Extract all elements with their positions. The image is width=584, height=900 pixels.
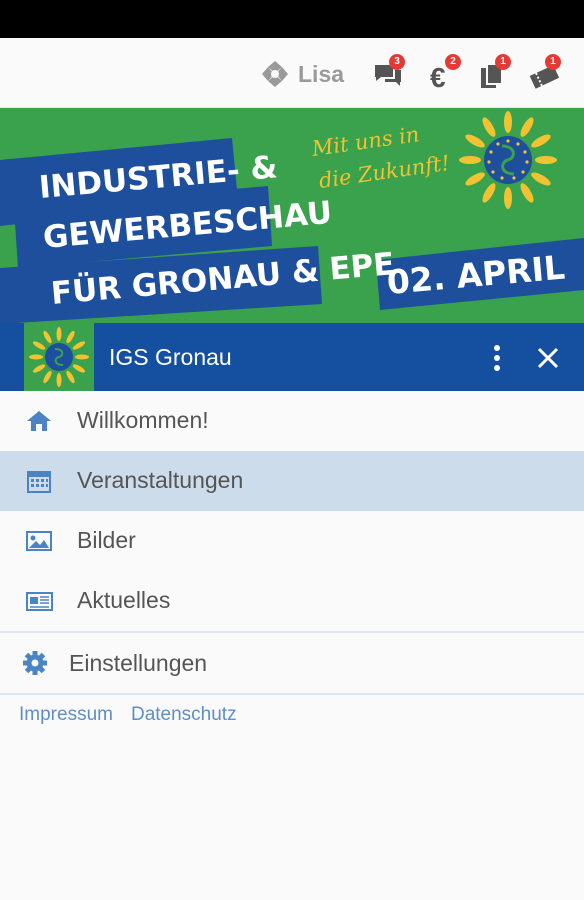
menu-item-veranstaltungen[interactable]: Veranstaltungen (0, 451, 584, 511)
footer-links: Impressum Datenschutz (19, 704, 237, 726)
sun-logo-icon (29, 327, 89, 387)
user-logo-icon (262, 61, 288, 87)
menu-item-label: Veranstaltungen (77, 467, 244, 493)
status-bar (0, 0, 584, 38)
datenschutz-link[interactable]: Datenschutz (131, 704, 237, 726)
image-icon (26, 531, 52, 551)
menu-item-bilder[interactable]: Bilder (0, 511, 584, 571)
divider (0, 693, 584, 695)
documents-badge: 1 (495, 54, 511, 70)
payments-button[interactable]: € 2 (428, 54, 466, 94)
calendar-icon (27, 471, 51, 493)
gear-icon (23, 651, 47, 675)
banner-slogan-1: Mit uns in (309, 122, 420, 161)
menu-item-label: Bilder (77, 527, 136, 553)
user-name: Lisa (298, 60, 345, 87)
newspaper-icon (26, 592, 53, 611)
menu-item-label: Willkommen! (77, 407, 209, 433)
documents-button[interactable]: 1 (478, 54, 516, 94)
messages-badge: 3 (389, 54, 405, 70)
top-toolbar: Lisa 3 € 2 1 1 (0, 38, 584, 108)
menu-item-willkommen[interactable]: Willkommen! (0, 391, 584, 451)
event-banner: INDUSTRIE- & GEWERBESCHAU FÜR GRONAU & E… (0, 108, 584, 324)
app-title: IGS Gronau (109, 344, 232, 370)
menu-item-label: Aktuelles (77, 587, 171, 613)
menu-item-einstellungen[interactable]: Einstellungen (0, 633, 584, 693)
home-icon (27, 411, 51, 431)
app-logo[interactable] (24, 323, 94, 391)
messages-button[interactable]: 3 (372, 54, 410, 94)
close-icon[interactable] (535, 345, 561, 371)
user-menu[interactable]: Lisa (260, 58, 344, 90)
settings-label: Einstellungen (69, 650, 208, 676)
app-bar: IGS Gronau (0, 323, 584, 391)
impressum-link[interactable]: Impressum (19, 704, 113, 726)
more-vert-icon[interactable] (485, 343, 509, 373)
payments-badge: 2 (445, 54, 461, 70)
tickets-badge: 1 (545, 54, 561, 70)
nav-menu: Willkommen! Veranstaltungen Bilder Aktue… (0, 391, 584, 695)
tickets-button[interactable]: 1 (528, 54, 566, 94)
sun-logo-icon (459, 111, 557, 209)
menu-item-aktuelles[interactable]: Aktuelles (0, 571, 584, 631)
svg-text:€: € (430, 62, 446, 92)
